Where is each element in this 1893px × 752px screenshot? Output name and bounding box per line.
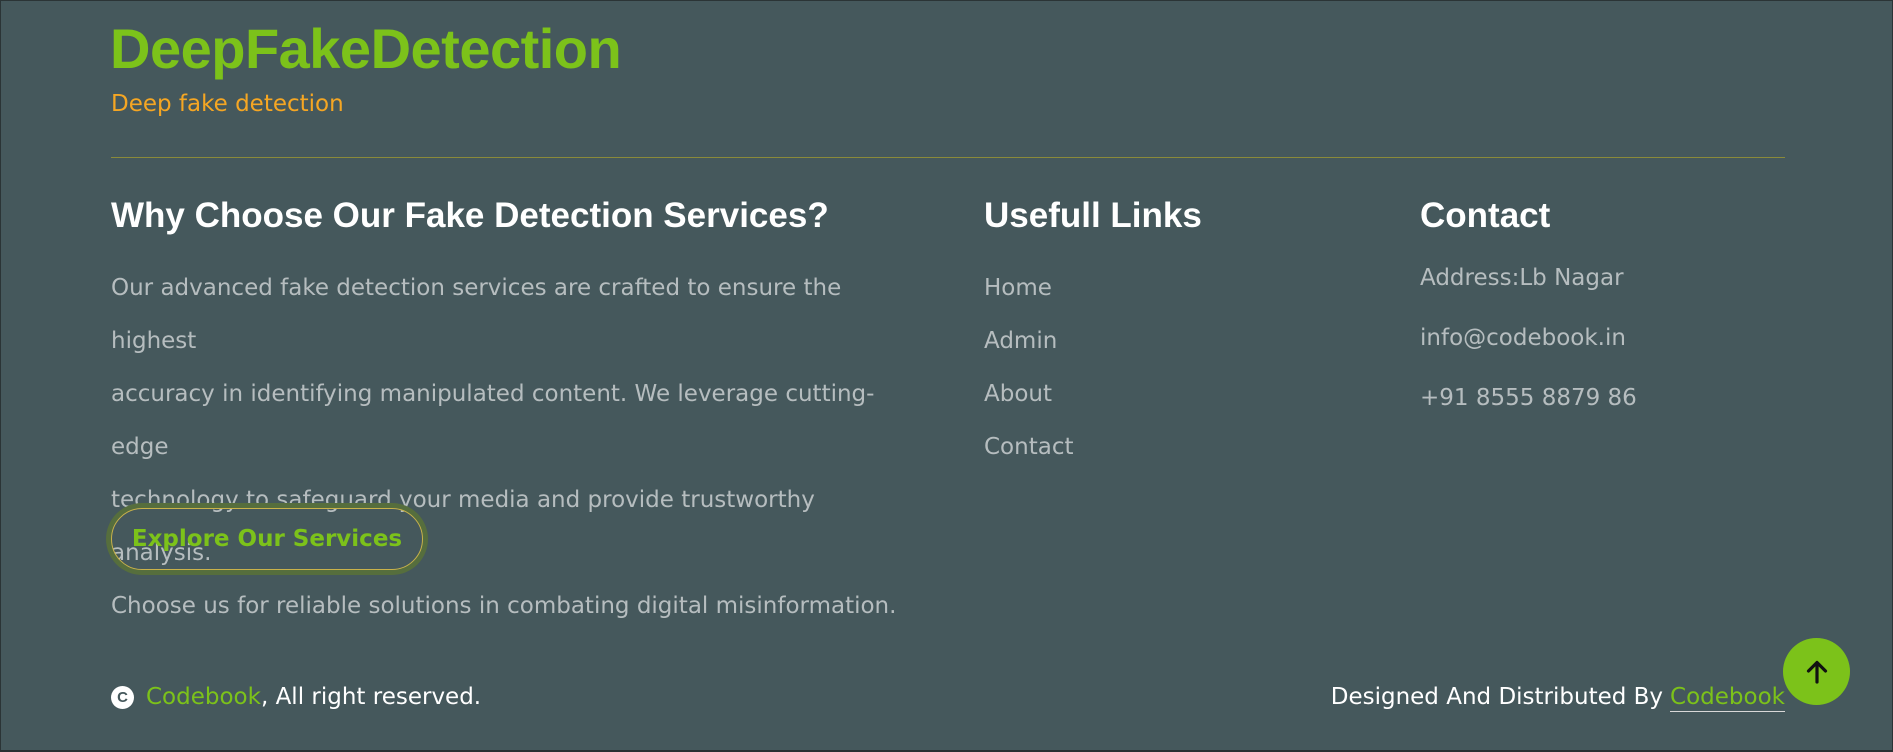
link-home[interactable]: Home [984,262,1073,315]
designer-link[interactable]: Codebook [1670,683,1785,712]
divider [111,157,1785,158]
arrow-up-icon [1806,660,1827,684]
link-contact[interactable]: Contact [984,421,1073,474]
designed-by-text: Designed And Distributed By [1330,684,1664,710]
footer-brand-link[interactable]: Codebook [146,684,261,710]
brand-title[interactable]: DeepFakeDetection [110,16,622,81]
brand-subtitle: Deep fake detection [111,91,344,117]
explore-services-button[interactable]: Explore Our Services [111,508,423,570]
copyright-notice: C Codebook , All right reserved. [111,680,481,714]
contact-address: Address:Lb Nagar [1420,265,1624,291]
about-paragraph: Our advanced fake detection services are… [111,262,901,633]
about-line: Choose us for reliable solutions in comb… [111,593,897,619]
rights-text: , All right reserved. [260,684,482,710]
designer-credit: Designed And Distributed By Codebook [1331,680,1785,714]
contact-email[interactable]: info@codebook.in [1420,325,1626,351]
useful-links-list: Home Admin About Contact [984,262,1073,474]
about-line: Our advanced fake detection services are… [111,275,842,354]
back-to-top-button[interactable] [1783,638,1850,705]
link-admin[interactable]: Admin [984,315,1073,368]
link-about[interactable]: About [984,368,1073,421]
contact-heading: Contact [1420,196,1551,235]
useful-links-heading: Usefull Links [984,196,1202,235]
about-heading: Why Choose Our Fake Detection Services? [111,196,829,235]
contact-phone[interactable]: +91 8555 8879 86 [1420,385,1637,411]
copyright-icon: C [111,685,134,709]
about-line: accuracy in identifying manipulated cont… [111,381,875,460]
